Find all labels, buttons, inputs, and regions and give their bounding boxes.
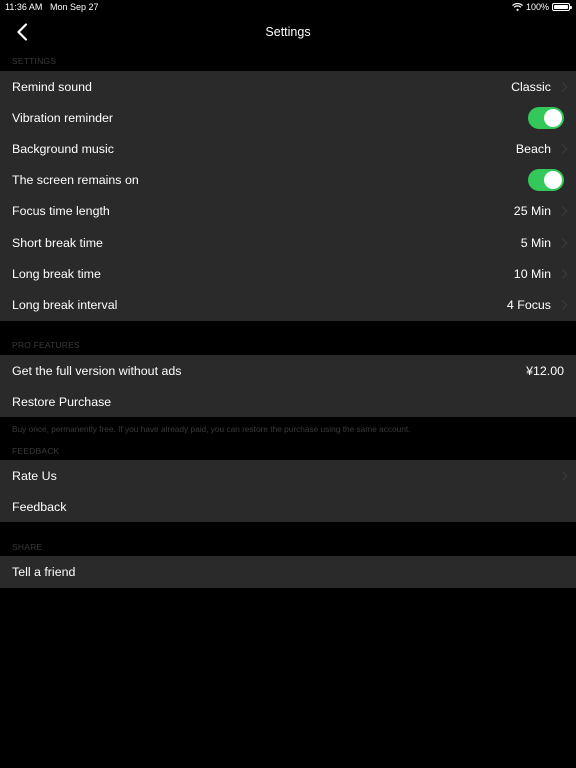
section-header-settings: SETTINGS [12,56,57,66]
full-version-row[interactable]: Get the full version without ads ¥12.00 [0,355,576,386]
row-label: Focus time length [12,204,110,219]
row-label: Remind sound [12,79,92,94]
background-music-row[interactable]: Background music Beach [0,133,576,164]
remind-sound-row[interactable]: Remind sound Classic [0,71,576,102]
chevron-right-icon [557,144,568,154]
row-label: Restore Purchase [12,394,112,409]
row-value: Beach [515,141,551,156]
row-label: Get the full version without ads [12,363,182,378]
screen-remains-on-toggle[interactable] [528,169,564,192]
row-label: Short break time [12,235,103,250]
restore-purchase-row[interactable]: Restore Purchase [0,386,576,417]
row-label: Rate Us [12,468,57,483]
chevron-right-icon [557,206,568,217]
row-value: 25 Min [513,204,551,219]
feedback-group: Rate Us Feedback [0,460,576,523]
chevron-right-icon [557,470,568,481]
focus-time-length-row[interactable]: Focus time length 25 Min [0,196,576,227]
row-label: Long break time [12,266,101,281]
chevron-right-icon [557,299,568,310]
pro-features-footer-note: Buy once, permanently free. If you have … [12,424,411,434]
battery-percentage: 100% [525,2,549,12]
row-value: 4 Focus [506,297,551,312]
chevron-right-icon [557,237,568,248]
section-header-share: SHARE [12,542,43,552]
page-title: Settings [265,25,311,39]
row-label: The screen remains on [12,173,139,188]
pro-features-group: Get the full version without ads ¥12.00 … [0,355,576,418]
row-label: Feedback [12,499,67,514]
settings-group: Remind sound Classic Vibration reminder … [0,71,576,321]
status-time: 11:36 AM [5,2,43,12]
toggle-knob [544,171,562,190]
row-label: Background music [12,141,114,156]
chevron-right-icon [557,268,568,279]
row-value: Classic [511,79,551,94]
battery-full-icon [552,3,572,11]
tell-a-friend-row[interactable]: Tell a friend [0,556,576,588]
chevron-right-icon [557,81,568,92]
share-group: Tell a friend [0,556,576,588]
row-label: Vibration reminder [12,110,114,125]
wifi-icon [512,3,523,11]
rate-us-row[interactable]: Rate Us [0,460,576,491]
screen-remains-on-row: The screen remains on [0,165,576,196]
section-header-pro-features: PRO FEATURES [12,340,80,350]
status-date: Mon Sep 27 [50,2,99,12]
row-label: Long break interval [12,297,118,312]
row-label: Tell a friend [12,565,76,579]
price-value: ¥12.00 [526,363,564,378]
navigation-bar: Settings [0,14,576,52]
status-indicators: 100% [512,2,572,12]
vibration-reminder-row: Vibration reminder [0,102,576,133]
short-break-time-row[interactable]: Short break time 5 Min [0,227,576,258]
section-header-feedback: FEEDBACK [12,446,60,456]
status-bar: 11:36 AM Mon Sep 27 100% [0,0,576,14]
feedback-row[interactable]: Feedback [0,491,576,522]
toggle-knob [544,108,562,127]
row-value: 5 Min [520,235,551,250]
long-break-interval-row[interactable]: Long break interval 4 Focus [0,289,576,320]
long-break-time-row[interactable]: Long break time 10 Min [0,258,576,289]
row-value: 10 Min [513,266,551,281]
vibration-reminder-toggle[interactable] [528,106,564,129]
